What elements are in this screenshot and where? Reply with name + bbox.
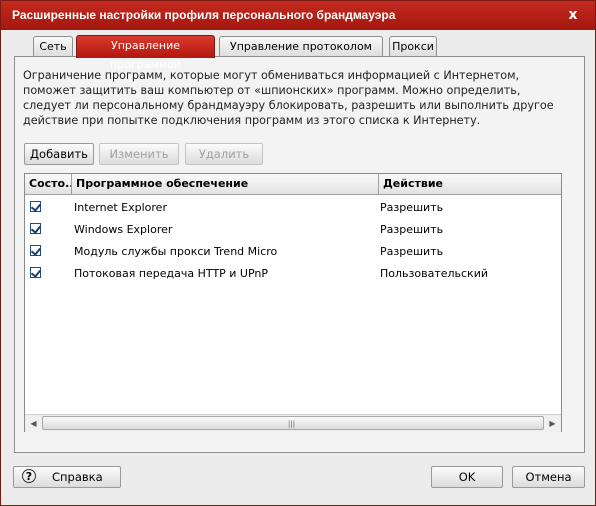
description-text: Ограничение программ, которые могут обме… [23, 69, 554, 127]
help-label: Справка [52, 470, 103, 484]
window-title: Расширенные настройки профиля персональн… [12, 8, 396, 22]
cancel-button[interactable]: Отмена [512, 466, 585, 488]
column-header-action[interactable]: Действие [379, 174, 561, 195]
program-name: Internet Explorer [74, 201, 167, 214]
status-checkbox[interactable] [30, 267, 41, 278]
program-name: Windows Explorer [74, 223, 173, 236]
program-action: Разрешить [380, 201, 444, 214]
tab-proxy[interactable]: Прокси [389, 36, 437, 56]
grip-icon: ||| [288, 420, 296, 428]
status-checkbox[interactable] [30, 201, 41, 212]
status-checkbox[interactable] [30, 245, 41, 256]
table-row[interactable]: Internet Explorer Разрешить [25, 197, 561, 219]
tab-protocol-control[interactable]: Управление протоколом сети [219, 36, 383, 72]
tab-network[interactable]: Сеть [33, 36, 73, 56]
scrollbar-thumb[interactable]: ||| [42, 416, 544, 430]
program-name: Модуль службы прокси Trend Micro [74, 245, 278, 258]
add-button[interactable]: Добавить [24, 143, 94, 165]
program-list: Состо... Программное обеспечение Действи… [24, 173, 562, 432]
ok-button[interactable]: OK [431, 466, 503, 488]
title-bar[interactable]: Расширенные настройки профиля персональн… [1, 1, 595, 30]
program-action: Разрешить [380, 245, 444, 258]
dialog-window: Расширенные настройки профиля персональн… [0, 0, 596, 506]
horizontal-scrollbar[interactable]: ◀ ||| ▶ [25, 414, 561, 432]
edit-button[interactable]: Изменить [99, 143, 179, 165]
column-header-program[interactable]: Программное обеспечение [72, 174, 379, 195]
help-button[interactable]: ? Справка [13, 466, 121, 488]
column-header-status[interactable]: Состо... [25, 174, 72, 195]
scroll-right-icon[interactable]: ▶ [544, 415, 561, 432]
scroll-left-icon[interactable]: ◀ [25, 415, 42, 432]
tab-program-control[interactable]: Управление программой [76, 35, 215, 71]
close-icon[interactable]: x [564, 6, 582, 24]
status-checkbox[interactable] [30, 223, 41, 234]
help-icon: ? [22, 469, 36, 483]
program-action: Разрешить [380, 223, 444, 236]
program-name: Потоковая передача HTTP и UPnP [74, 267, 269, 280]
table-row[interactable]: Потоковая передача HTTP и UPnP Пользоват… [25, 263, 561, 285]
table-row[interactable]: Windows Explorer Разрешить [25, 219, 561, 241]
program-action: Пользовательский [380, 267, 488, 280]
delete-button[interactable]: Удалить [185, 143, 263, 165]
table-row[interactable]: Модуль службы прокси Trend Micro Разреши… [25, 241, 561, 263]
